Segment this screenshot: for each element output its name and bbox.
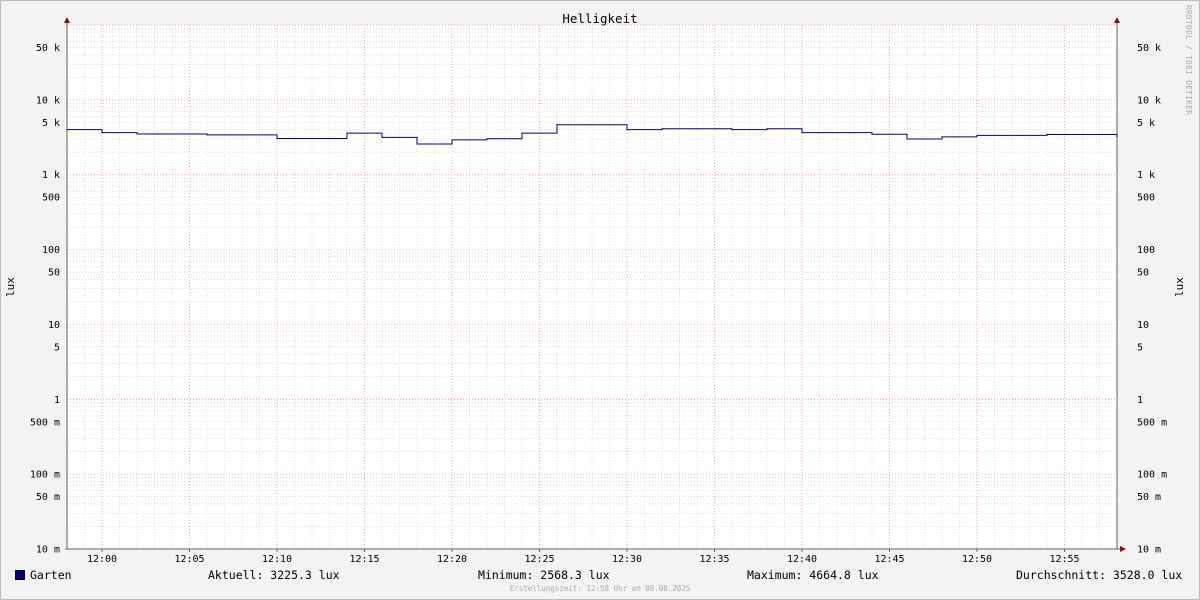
y-tick-label-left: 50	[48, 268, 60, 279]
data-point	[276, 137, 278, 140]
legend-durchschnitt: Durchschnitt: 3528.0 lux	[1016, 568, 1183, 582]
data-point	[871, 133, 873, 135]
data-point	[101, 132, 103, 134]
y-axis-label-right: lux	[1173, 277, 1186, 297]
y-tick-label-left: 10 k	[36, 95, 60, 106]
chart-root: 50 k 50 k 10 k 10 k 5 k 5 k 1 k 1 k 500 500 100 100…	[0, 0, 1200, 600]
x-tick-label: 12:30	[612, 554, 642, 565]
x-tick-label: 12:15	[349, 554, 379, 565]
y-tick-label-right: 500	[1137, 193, 1155, 204]
data-point	[381, 136, 383, 139]
y-tick-label-left: 50 k	[36, 43, 60, 54]
legend-maximum: Maximum: 4664.8 lux	[747, 568, 879, 582]
x-tick-label: 12:45	[874, 554, 904, 565]
x-tick-label: 12:50	[962, 554, 992, 565]
x-tick-label: 12:00	[87, 554, 117, 565]
y-tick-label-left: 5 k	[42, 118, 60, 129]
data-point	[906, 138, 908, 140]
data-point	[661, 128, 663, 130]
chart-svg: 50 k 50 k 10 k 10 k 5 k 5 k 1 k 1 k 500 500 100 100…	[0, 0, 1200, 600]
data-point	[486, 138, 488, 140]
x-tick-label: 12:10	[262, 554, 292, 565]
data-point	[416, 143, 418, 145]
x-tick-label: 12:40	[787, 554, 817, 565]
data-point	[731, 129, 733, 131]
data-point	[801, 132, 803, 134]
data-point	[941, 136, 943, 138]
y-tick-label-left: 500 m	[30, 417, 60, 428]
chart-title: Helligkeit	[562, 11, 637, 26]
y-tick-label-left: 10 m	[36, 545, 60, 556]
y-tick-label-left: 1	[54, 395, 60, 406]
x-tick-label: 12:20	[437, 554, 467, 565]
data-point	[346, 132, 348, 134]
y-tick-label-left: 500	[42, 193, 60, 204]
data-point	[976, 134, 978, 137]
x-tick-label: 12:55	[1049, 554, 1079, 565]
y-tick-label-right: 100	[1137, 245, 1155, 256]
y-tick-label-right: 50 m	[1137, 492, 1161, 503]
y-tick-label-left: 50 m	[36, 492, 60, 503]
y-tick-label-right: 5 k	[1137, 118, 1155, 129]
y-tick-label-right: 50	[1137, 268, 1149, 279]
y-tick-label-left: 5	[54, 342, 60, 353]
legend-aktuell: Aktuell: 3225.3 lux	[208, 568, 340, 582]
data-point	[1116, 136, 1118, 138]
y-tick-label-right: 50 k	[1137, 43, 1161, 54]
data-point	[136, 133, 138, 135]
data-point	[766, 128, 768, 130]
footer-timestamp: Erstellungszeit: 12:58 Uhr am 08.08.2025	[509, 584, 691, 593]
y-tick-label-left: 1 k	[42, 170, 60, 181]
y-tick-label-right: 5	[1137, 342, 1143, 353]
y-tick-label-right: 100 m	[1137, 470, 1167, 481]
data-point	[626, 129, 628, 131]
data-point	[66, 129, 68, 131]
x-tick-label: 12:05	[174, 554, 204, 565]
y-tick-label-left: 100	[42, 245, 60, 256]
data-point	[451, 139, 453, 141]
legend-swatch-garten	[15, 570, 25, 580]
legend-series-name: Garten	[30, 568, 72, 582]
y-tick-label-right: 10 m	[1137, 545, 1161, 556]
y-tick-label-left: 100 m	[30, 470, 60, 481]
legend-minimum: Minimum: 2568.3 lux	[478, 568, 610, 582]
y-tick-label-right: 1 k	[1137, 170, 1155, 181]
x-tick-label: 12:25	[524, 554, 554, 565]
y-tick-label-right: 10	[1137, 320, 1149, 331]
data-point	[1046, 133, 1048, 136]
watermark: RRDTOOL / TOBI OETIKER	[1184, 5, 1193, 116]
y-tick-label-left: 10	[48, 320, 60, 331]
data-point	[556, 124, 558, 126]
y-tick-label-right: 10 k	[1137, 95, 1161, 106]
x-tick-label: 12:35	[699, 554, 729, 565]
y-tick-label-right: 1	[1137, 395, 1143, 406]
y-tick-label-right: 500 m	[1137, 417, 1167, 428]
legend: Garten Aktuell: 3225.3 lux Minimum: 2568…	[0, 566, 1200, 584]
y-axis-label-left: lux	[4, 277, 17, 297]
data-point	[206, 134, 208, 136]
data-point	[521, 132, 523, 134]
